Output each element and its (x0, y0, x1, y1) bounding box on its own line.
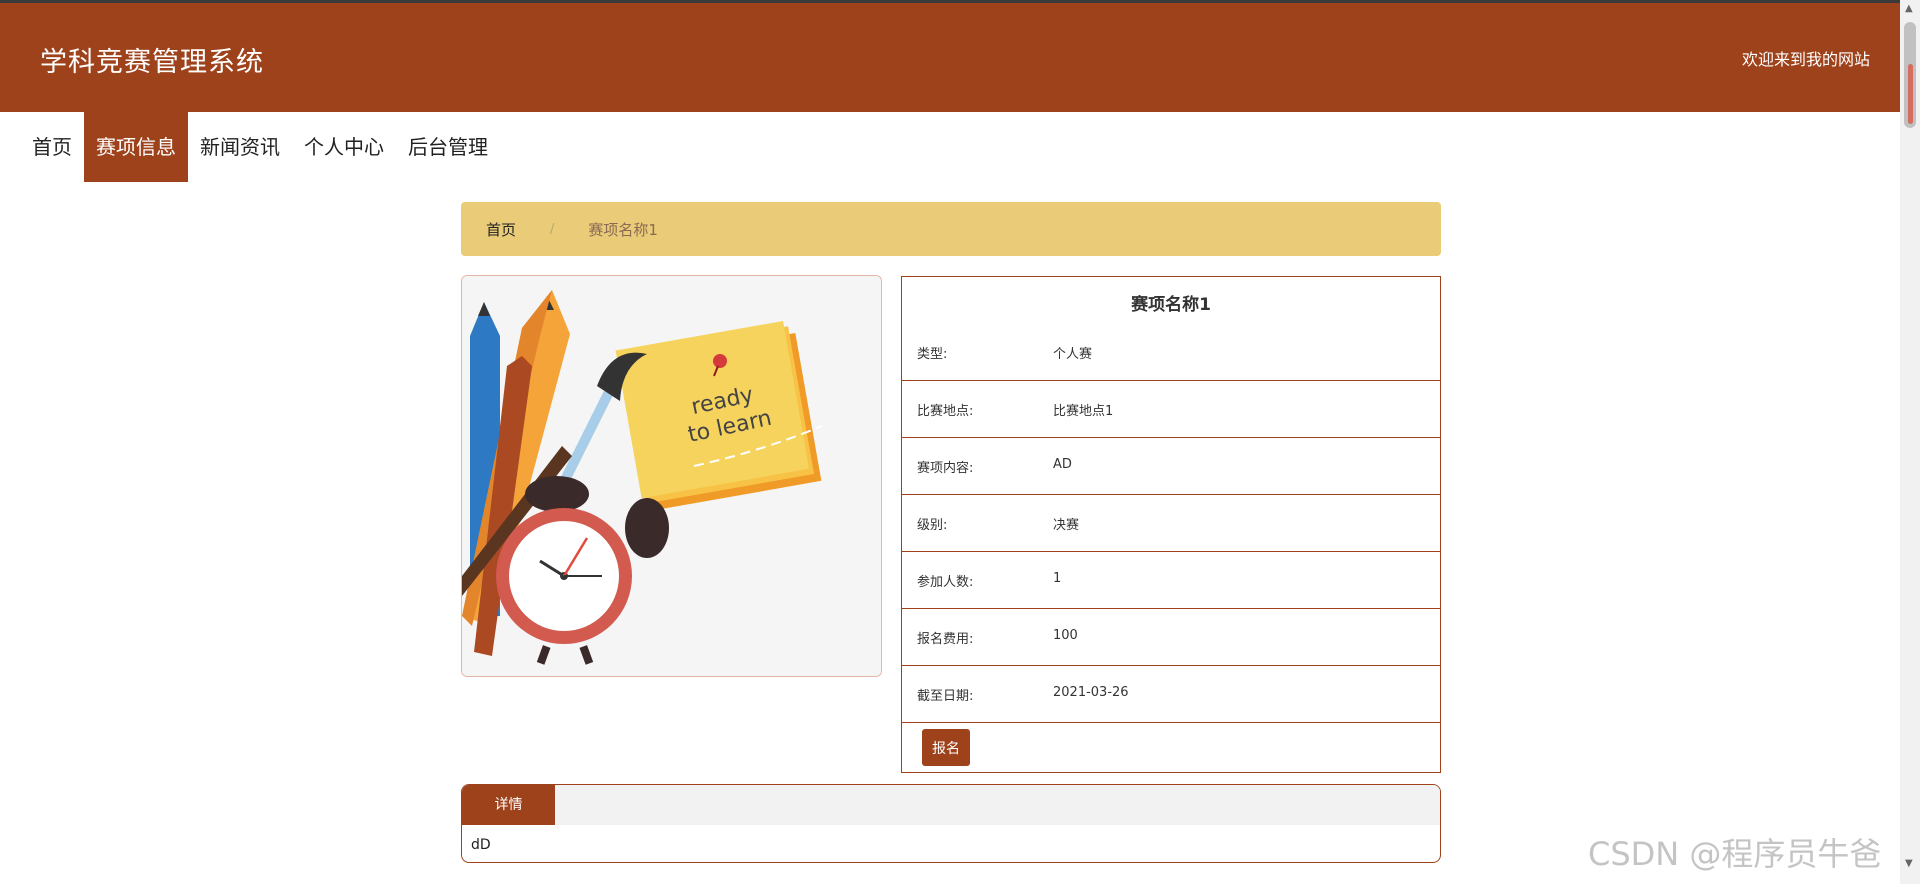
detail-label: 截至日期: (917, 689, 974, 704)
watermark-text: CSDN @程序员牛爸 (1588, 835, 1882, 873)
breadcrumb-home-link[interactable]: 首页 (486, 219, 516, 240)
row-divider (902, 551, 1440, 552)
nav-item-competitions[interactable]: 赛项信息 (84, 112, 188, 182)
detail-value: 个人赛 (1053, 347, 1093, 362)
detail-label: 报名费用: (917, 632, 974, 647)
detail-label: 参加人数: (917, 575, 974, 590)
competition-image: ready to learn (461, 275, 882, 677)
details-panel: 详情 dD (461, 784, 1441, 863)
site-title[interactable]: 学科竞赛管理系统 (40, 40, 264, 79)
breadcrumb-separator: / (550, 221, 555, 237)
welcome-text: 欢迎来到我的网站 (1741, 50, 1870, 69)
breadcrumb-current: 赛项名称1 (588, 220, 658, 239)
scroll-down-arrow-icon[interactable]: ▼ (1905, 858, 1913, 869)
row-divider (902, 722, 1440, 723)
detail-value: 比赛地点1 (1053, 404, 1114, 419)
breadcrumb: 首页 / 赛项名称1 (461, 202, 1441, 256)
details-tab-bar (462, 785, 1440, 825)
nav-item-personal-center[interactable]: 个人中心 (292, 112, 396, 182)
nav-item-news[interactable]: 新闻资讯 (188, 112, 292, 182)
detail-label: 级别: (917, 518, 948, 533)
detail-value: 1 (1053, 571, 1062, 586)
detail-value: 100 (1053, 628, 1078, 643)
main-nav: 首页 赛项信息 新闻资讯 个人中心 后台管理 (20, 112, 500, 182)
detail-value: AD (1053, 457, 1072, 472)
detail-value: 2021-03-26 (1053, 685, 1129, 700)
detail-label: 比赛地点: (917, 404, 974, 419)
detail-label: 类型: (917, 347, 948, 362)
competition-title: 赛项名称1 (1131, 295, 1211, 315)
row-divider (902, 380, 1440, 381)
scroll-up-arrow-icon[interactable]: ▲ (1905, 3, 1913, 14)
page-scrollbar[interactable]: ▲ ▼ (1900, 0, 1920, 884)
site-header: 学科竞赛管理系统 欢迎来到我的网站 (0, 3, 1900, 112)
detail-label: 赛项内容: (917, 461, 974, 476)
nav-item-admin[interactable]: 后台管理 (396, 112, 500, 182)
details-content: dD (471, 837, 491, 853)
nav-item-home[interactable]: 首页 (20, 112, 84, 182)
row-divider (902, 494, 1440, 495)
row-divider (902, 608, 1440, 609)
competition-detail-table: 赛项名称1 类型: 个人赛 比赛地点: 比赛地点1 赛项内容: AD 级别: 决… (901, 276, 1441, 773)
detail-value: 决赛 (1053, 518, 1080, 533)
signup-button[interactable]: 报名 (922, 729, 970, 766)
illustration-pencils-clock: ready to learn (462, 276, 881, 676)
row-divider (902, 437, 1440, 438)
tab-details[interactable]: 详情 (462, 785, 555, 825)
row-divider (902, 665, 1440, 666)
scrollbar-thumb-highlight (1908, 64, 1913, 124)
